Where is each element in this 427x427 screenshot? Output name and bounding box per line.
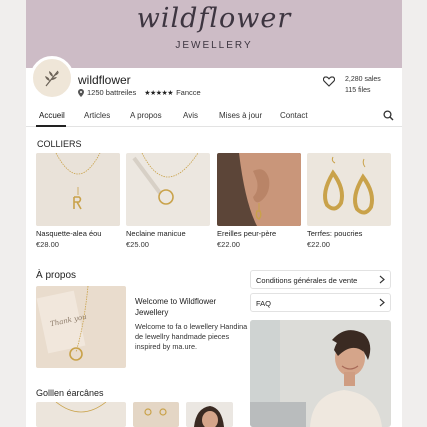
chevron-right-icon	[379, 275, 385, 284]
product-image[interactable]	[307, 153, 391, 226]
search-icon[interactable]	[383, 110, 394, 121]
shop-location: 1250 battreiles	[87, 88, 137, 97]
banner-logo-text: wildflower	[136, 3, 292, 34]
product-price: €25.00	[126, 240, 149, 249]
shop-page: wildflower JEWELLERY wildflower 1250 bat…	[26, 0, 402, 427]
model-thumb-image	[194, 406, 224, 427]
files-count: 115 files	[345, 87, 371, 94]
product-image[interactable]	[133, 402, 179, 427]
shop-owner-photo	[250, 320, 391, 427]
bottom-section-title: Golllen éarcânes	[36, 388, 104, 398]
rating-stars: ★★★★★	[144, 89, 174, 97]
product-name[interactable]: Neclaine manicue	[126, 229, 210, 238]
left-margin	[0, 0, 26, 427]
banner-subtitle: JEWELLERY	[175, 40, 253, 51]
tab-accueil[interactable]: Accueil	[39, 111, 65, 120]
shop-avatar[interactable]	[30, 56, 74, 100]
product-image[interactable]	[186, 402, 233, 427]
faq-link-label: FAQ	[256, 299, 272, 308]
product-card[interactable]: Terrfes: poucries €22.00	[307, 153, 391, 249]
product-image[interactable]	[36, 153, 120, 226]
terms-link[interactable]: Conditions générales de vente	[250, 270, 391, 289]
chevron-right-icon	[379, 298, 385, 307]
necklace-circle-image	[126, 153, 210, 226]
necklace-thumb-image	[55, 402, 107, 413]
product-card[interactable]: Ereilles peur-père €22.00	[217, 153, 301, 249]
shop-stats: 2,280 sales 115 files	[345, 74, 381, 96]
product-card[interactable]: Nasquette-alea éou €28.00	[36, 153, 120, 249]
tab-a-propos[interactable]: A propos	[130, 111, 162, 120]
about-title: À propos	[36, 270, 77, 281]
owner-at-laptop-image	[250, 320, 391, 427]
product-name[interactable]: Nasquette-alea éou	[36, 229, 120, 238]
tab-contact[interactable]: Contact	[280, 111, 308, 120]
favorite-heart-icon[interactable]	[323, 76, 335, 87]
shop-banner: wildflower JEWELLERY	[26, 0, 402, 68]
product-image[interactable]	[217, 153, 301, 226]
faq-link[interactable]: FAQ	[250, 293, 391, 312]
shop-name[interactable]: wildflower	[78, 73, 131, 87]
tab-articles[interactable]: Articles	[84, 111, 110, 120]
active-tab-indicator	[36, 125, 66, 127]
thank-you-card-image: Thank you	[36, 286, 126, 368]
earring-model-image	[217, 153, 301, 226]
product-price: €22.00	[307, 240, 330, 249]
leaf-logo-icon	[45, 70, 59, 87]
page: wildflower JEWELLERY wildflower 1250 bat…	[0, 0, 427, 427]
product-price: €22.00	[217, 240, 240, 249]
earrings-teardrop-image	[307, 153, 391, 226]
shop-tabs: Accueil Articles A propos Avis Mises à j…	[26, 107, 402, 127]
about-card-title: Welcome to Wildflower Jewellery	[135, 297, 217, 317]
about-card-text: Welcome to fa o lewellery Handina de lew…	[135, 322, 248, 351]
sales-count: 2,280 sales	[345, 76, 381, 83]
product-name[interactable]: Ereilles peur-père	[217, 229, 301, 238]
rating-label: Fancce	[176, 88, 201, 97]
product-image[interactable]	[36, 402, 126, 427]
earrings-thumb-image	[144, 408, 167, 416]
product-image[interactable]	[126, 153, 210, 226]
terms-link-label: Conditions générales de vente	[256, 276, 358, 285]
right-margin	[402, 0, 427, 427]
tab-mises-a-jour[interactable]: Mises à jour	[219, 111, 262, 120]
about-image: Thank you	[36, 286, 126, 368]
collection-title: COLLIERS	[37, 139, 82, 149]
tab-avis[interactable]: Avis	[183, 111, 198, 120]
location-pin-icon	[78, 88, 84, 97]
necklace-initial-image	[36, 153, 120, 226]
product-price: €28.00	[36, 240, 59, 249]
shop-meta: 1250 battreiles ★★★★★ Fancce	[78, 88, 201, 97]
product-name[interactable]: Terrfes: poucries	[307, 229, 391, 238]
product-card[interactable]: Neclaine manicue €25.00	[126, 153, 210, 249]
